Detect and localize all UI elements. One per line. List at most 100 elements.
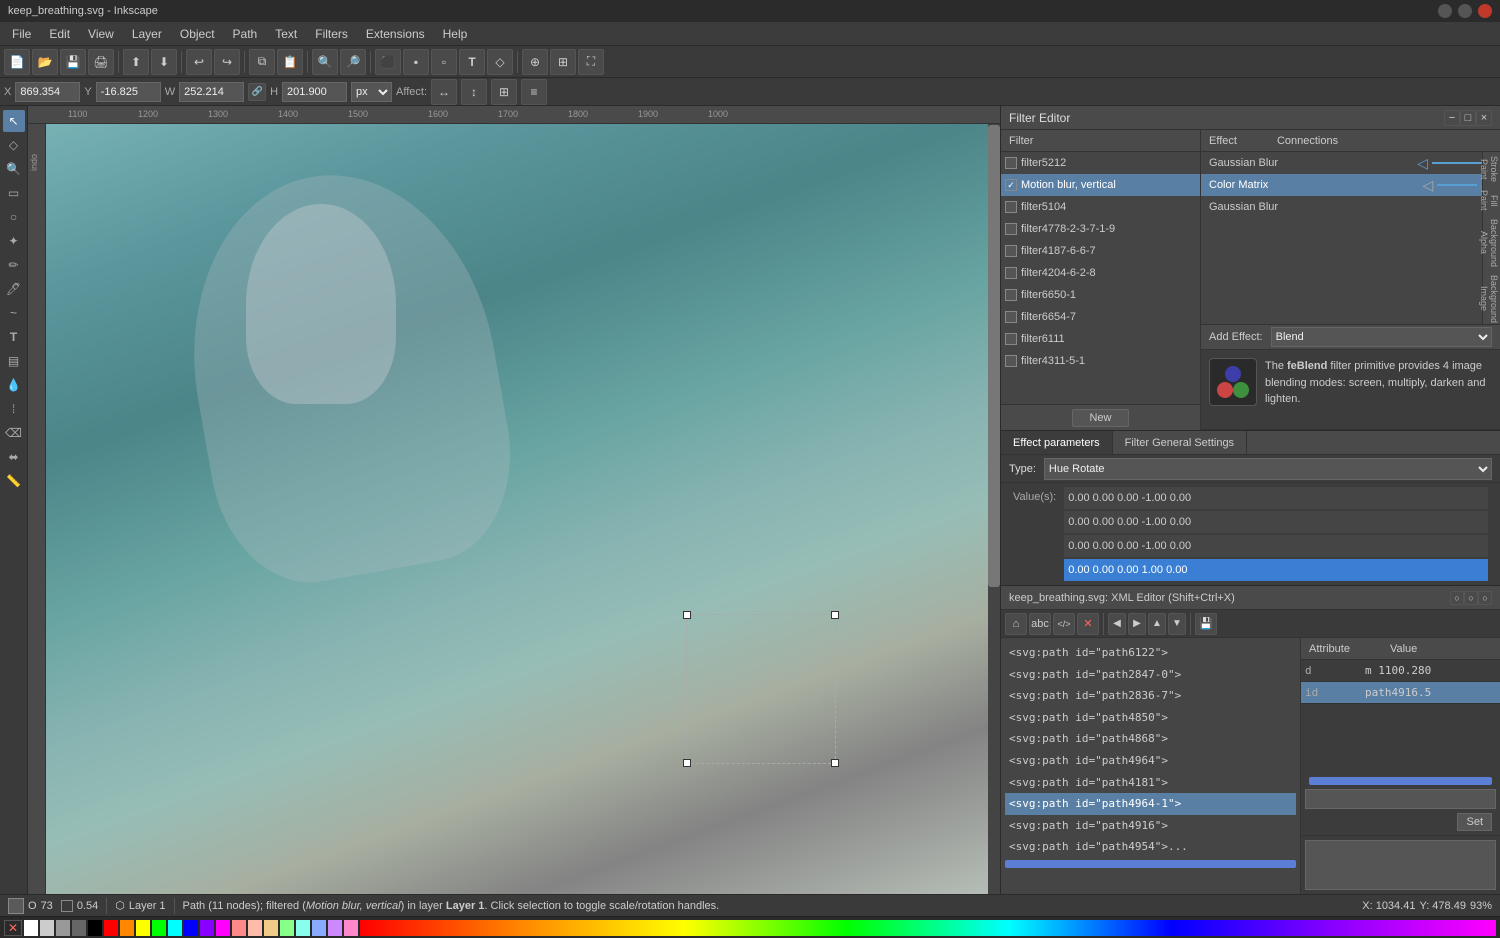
color-swatch-lavender[interactable]: [328, 920, 342, 936]
node-editor-button[interactable]: ◇: [487, 49, 513, 75]
xml-node[interactable]: <svg:path id="path4964">: [1005, 750, 1296, 772]
filter-item[interactable]: filter4204-6-2-8: [1001, 262, 1200, 284]
color-swatch-green[interactable]: [152, 920, 166, 936]
tab-filter-general[interactable]: Filter General Settings: [1113, 431, 1247, 454]
y-input[interactable]: [96, 82, 161, 102]
minimize-button[interactable]: [1438, 4, 1452, 18]
color-swatch-rose[interactable]: [344, 920, 358, 936]
affect-btn1[interactable]: ↔: [431, 79, 457, 105]
color-swatch-purple[interactable]: [200, 920, 214, 936]
text-tool-button[interactable]: T: [459, 49, 485, 75]
side-tab-fill[interactable]: Fill Paint: [1483, 186, 1500, 215]
menu-file[interactable]: File: [4, 25, 39, 43]
w-input[interactable]: [179, 82, 244, 102]
color-swatch-salmon[interactable]: [232, 920, 246, 936]
filter-checkbox[interactable]: [1005, 355, 1017, 367]
xml-attr-d[interactable]: d m 1100.280: [1301, 660, 1500, 682]
menu-path[interactable]: Path: [225, 25, 266, 43]
xml-node[interactable]: <svg:path id="path2836-7">: [1005, 685, 1296, 707]
zoom-tool[interactable]: 🔍: [3, 158, 25, 180]
xml-ctrl1[interactable]: ○: [1450, 591, 1464, 605]
xml-ctrl2[interactable]: ○: [1464, 591, 1478, 605]
fe-min-button[interactable]: −: [1444, 110, 1460, 126]
xml-text-btn[interactable]: abc: [1029, 613, 1051, 635]
fe-max-button[interactable]: □: [1460, 110, 1476, 126]
new-button[interactable]: 📄: [4, 49, 30, 75]
color-swatch-teal[interactable]: [168, 920, 182, 936]
xml-node-selected[interactable]: <svg:path id="path4964-1">: [1005, 793, 1296, 815]
xml-prev-btn[interactable]: ◀: [1108, 613, 1126, 635]
color-swatch-lime[interactable]: [280, 920, 294, 936]
node-tool[interactable]: ◇: [3, 134, 25, 156]
filter-item[interactable]: filter6111: [1001, 328, 1200, 350]
xml-delete-btn[interactable]: ✕: [1077, 613, 1099, 635]
selection-handle[interactable]: [683, 759, 691, 767]
color-swatch-yellow[interactable]: [136, 920, 150, 936]
color-swatch-black[interactable]: [88, 920, 102, 936]
stroke-indicator[interactable]: [61, 900, 73, 912]
filter-item-motion-blur[interactable]: ✓ Motion blur, vertical: [1001, 174, 1200, 196]
measure-tool[interactable]: 📏: [3, 470, 25, 492]
filter-item[interactable]: filter6654-7: [1001, 306, 1200, 328]
color-swatch-darkgray[interactable]: [72, 920, 86, 936]
value-row-2[interactable]: 0.00 0.00 0.00 -1.00 0.00: [1064, 511, 1488, 533]
open-button[interactable]: 📂: [32, 49, 58, 75]
circle-tool[interactable]: ○: [3, 206, 25, 228]
color-swatch-white[interactable]: [24, 920, 38, 936]
color-swatch-orange[interactable]: [120, 920, 134, 936]
affect-btn2[interactable]: ↕: [461, 79, 487, 105]
xml-node[interactable]: <svg:path id="path4916">: [1005, 815, 1296, 837]
star-tool[interactable]: ✦: [3, 230, 25, 252]
import-button[interactable]: ⬆: [123, 49, 149, 75]
xml-attr-id[interactable]: id path4916.5: [1301, 682, 1500, 704]
effect-item-gaussian1[interactable]: Gaussian Blur ◁: [1201, 152, 1500, 174]
no-color-btn[interactable]: ✕: [4, 920, 22, 936]
view-button[interactable]: ⊞: [550, 49, 576, 75]
filter-item[interactable]: filter6650-1: [1001, 284, 1200, 306]
h-input[interactable]: [282, 82, 347, 102]
undo-button[interactable]: ↩: [186, 49, 212, 75]
add-effect-select[interactable]: Blend Gaussian Blur Color Matrix: [1271, 327, 1492, 347]
xml-node[interactable]: <svg:path id="path4850">: [1005, 707, 1296, 729]
filter-checkbox[interactable]: [1005, 201, 1017, 213]
menu-edit[interactable]: Edit: [41, 25, 78, 43]
dropper-tool[interactable]: 💧: [3, 374, 25, 396]
filter-item[interactable]: filter4187-6-6-7: [1001, 240, 1200, 262]
align-center-button[interactable]: ▪: [403, 49, 429, 75]
color-swatch-aqua[interactable]: [296, 920, 310, 936]
xml-node[interactable]: <svg:path id="path4954">...: [1005, 836, 1296, 858]
xml-ctrl3[interactable]: ○: [1478, 591, 1492, 605]
save-button[interactable]: 💾: [60, 49, 86, 75]
xml-value-textarea[interactable]: [1305, 840, 1496, 890]
menu-extensions[interactable]: Extensions: [358, 25, 433, 43]
pen-tool[interactable]: 🖊: [3, 278, 25, 300]
xml-code-btn[interactable]: </>: [1053, 613, 1075, 635]
fe-close-button[interactable]: ×: [1476, 110, 1492, 126]
value-row-4[interactable]: 0.00 0.00 0.00 1.00 0.00: [1064, 559, 1488, 581]
color-swatch-gray[interactable]: [56, 920, 70, 936]
menu-layer[interactable]: Layer: [124, 25, 170, 43]
color-swatch-lightgray[interactable]: [40, 920, 54, 936]
color-swatch-khaki[interactable]: [264, 920, 278, 936]
xml-up-btn[interactable]: ▲: [1148, 613, 1166, 635]
menu-filters[interactable]: Filters: [307, 25, 356, 43]
filter-item[interactable]: filter4778-2-3-7-1-9: [1001, 218, 1200, 240]
color-gradient-bar[interactable]: [360, 920, 1496, 936]
zoom-in-button[interactable]: 🔍: [312, 49, 338, 75]
xml-node[interactable]: <svg:path id="path4868">: [1005, 728, 1296, 750]
effect-item-colormatrix[interactable]: Color Matrix ◁ ◁: [1201, 174, 1500, 196]
canvas-viewport[interactable]: [46, 124, 988, 894]
filter-item[interactable]: filter4311-5-1: [1001, 350, 1200, 372]
fullscreen-button[interactable]: ⛶: [578, 49, 604, 75]
selection-handle[interactable]: [831, 759, 839, 767]
xml-down-btn[interactable]: ▼: [1168, 613, 1186, 635]
connector-tool[interactable]: ⬌: [3, 446, 25, 468]
gradient-tool[interactable]: ▤: [3, 350, 25, 372]
xml-node[interactable]: <svg:path id="path2847-0">: [1005, 664, 1296, 686]
zoom-out-button[interactable]: 🔎: [340, 49, 366, 75]
export-button[interactable]: ⬇: [151, 49, 177, 75]
callig-tool[interactable]: ~: [3, 302, 25, 324]
eraser-tool[interactable]: ⌫: [3, 422, 25, 444]
xml-save-btn[interactable]: 💾: [1195, 613, 1217, 635]
menu-help[interactable]: Help: [435, 25, 476, 43]
